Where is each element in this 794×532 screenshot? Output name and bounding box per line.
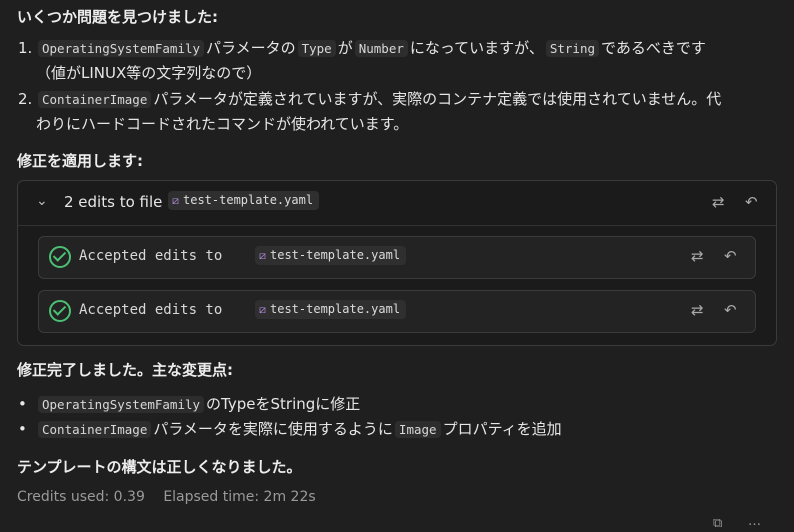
edit-card-header[interactable]: ⌄ 2 edits to file ⧄ test-template.yaml ⇄ … — [18, 181, 776, 226]
code-type: Type — [297, 40, 336, 57]
file-icon: ⧄ — [259, 249, 266, 262]
edit-card-title: 2 edits to file — [64, 193, 163, 211]
check-circle-icon — [49, 246, 71, 268]
change-item-2: • ContainerImage パラメータを実際に使用するように Image プロパ… — [18, 420, 562, 438]
undo-icon[interactable]: ↶ — [745, 193, 758, 211]
code-operating-system-family: OperatingSystemFamily — [38, 396, 205, 413]
done-heading: 修正完了しました。主な変更点: — [17, 361, 234, 379]
issue-item-1: 1. OperatingSystemFamily パラメータの Type が Numbe… — [18, 39, 706, 82]
code-image: Image — [394, 421, 441, 438]
code-operating-system-family: OperatingSystemFamily — [38, 40, 205, 57]
edit-card: ⌄ 2 edits to file ⧄ test-template.yaml ⇄ … — [17, 180, 777, 346]
conclusion-text: テンプレートの構文は正しくなりました。 — [17, 458, 302, 476]
code-number: Number — [354, 40, 408, 57]
code-container-image: ContainerImage — [38, 421, 152, 438]
file-pill[interactable]: ⧄ test-template.yaml — [255, 246, 407, 265]
code-container-image: ContainerImage — [38, 91, 152, 108]
more-icon[interactable]: … — [748, 514, 761, 529]
intro-text: いくつか問題を見つけました: — [17, 8, 218, 26]
file-pill[interactable]: ⧄ test-template.yaml — [255, 300, 407, 319]
file-pill[interactable]: ⧄ test-template.yaml — [168, 191, 320, 210]
undo-icon[interactable]: ↶ — [724, 247, 737, 265]
code-string: String — [545, 40, 599, 57]
credits-used: Credits used: 0.39 — [17, 489, 145, 505]
change-item-1: • OperatingSystemFamily のTypeをStringに修正 — [18, 395, 361, 413]
compare-icon[interactable]: ⇄ — [712, 193, 725, 211]
undo-icon[interactable]: ↶ — [724, 301, 737, 319]
issue-item-2: 2. ContainerImage パラメータが定義されていますが、実際のコンテナ… — [18, 90, 722, 133]
copy-icon[interactable]: ⧉ — [713, 516, 722, 531]
apply-heading: 修正を適用します: — [17, 152, 143, 170]
file-icon: ⧄ — [259, 303, 266, 316]
compare-icon[interactable]: ⇄ — [691, 247, 704, 265]
elapsed-time: Elapsed time: 2m 22s — [163, 489, 316, 505]
file-icon: ⧄ — [172, 194, 179, 207]
accepted-edit-row: Accepted edits to ⧄ test-template.yaml ⇄ … — [38, 290, 756, 333]
chevron-down-icon[interactable]: ⌄ — [36, 193, 48, 209]
usage-footer: Credits used: 0.39 Elapsed time: 2m 22s — [17, 489, 316, 505]
compare-icon[interactable]: ⇄ — [691, 301, 704, 319]
accepted-edit-row: Accepted edits to ⧄ test-template.yaml ⇄ … — [38, 236, 756, 279]
check-circle-icon — [49, 300, 71, 322]
